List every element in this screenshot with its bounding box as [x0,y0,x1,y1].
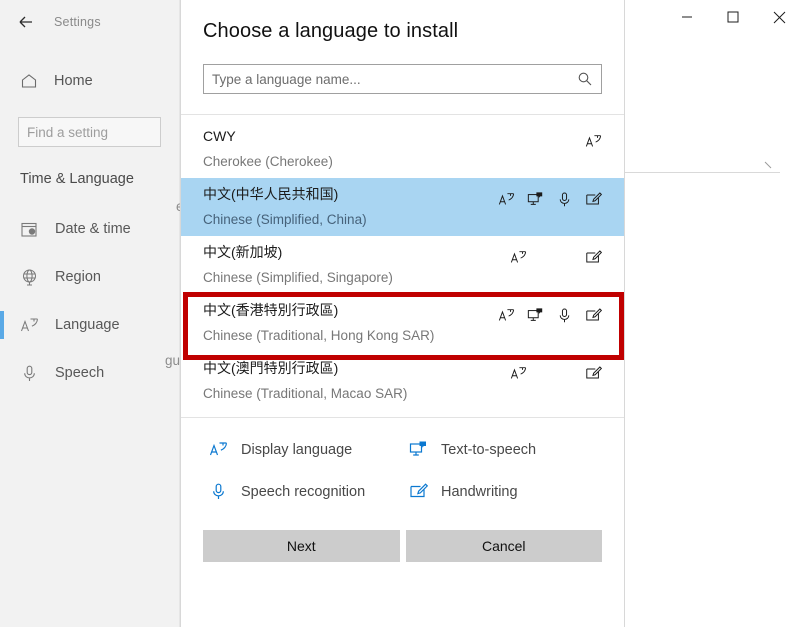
search-icon[interactable] [577,71,593,87]
legend-label: Handwriting [441,483,518,500]
next-button[interactable]: Next [203,530,400,562]
sidebar-item-speech-label: Speech [55,365,105,381]
sidebar-item-date-time-label: Date & time [55,221,131,237]
display-language-icon [498,191,515,208]
display-language-icon [510,249,527,266]
display-language-icon [209,440,228,459]
sidebar-nav-list: Date & time Region Language Speech [0,205,179,397]
language-feature-icons [510,365,602,382]
minimize-icon[interactable] [664,0,710,34]
language-english-name: Chinese (Simplified, Singapore) [203,270,393,285]
language-list: CWY Cherokee (Cherokee) 中文(中华人民共和国) Chin… [181,115,624,410]
microphone-icon [20,364,39,383]
list-item[interactable]: 中文(新加坡) Chinese (Simplified, Singapore) [181,236,624,294]
search-input[interactable] [18,117,161,147]
close-icon[interactable] [756,0,802,34]
maximize-icon[interactable] [710,0,756,34]
calendar-clock-icon [20,220,39,239]
globe-icon [20,268,39,287]
legend-speech-recognition: Speech recognition [209,482,409,501]
microphone-icon [556,307,573,324]
language-english-name: Cherokee (Cherokee) [203,154,333,169]
chevron-up-icon[interactable] [764,160,778,174]
legend-display-language: Display language [209,440,409,459]
sidebar-header: Settings [0,0,179,44]
language-search-input[interactable] [203,64,602,94]
cancel-button[interactable]: Cancel [405,530,602,562]
language-feature-icons [498,307,602,324]
legend-handwriting: Handwriting [409,482,518,501]
sidebar-item-language[interactable]: Language [0,301,179,349]
text-to-speech-icon [527,307,544,324]
sidebar-item-home[interactable]: Home [0,61,179,101]
list-item[interactable]: 中文(香港特別行政區) Chinese (Traditional, Hong K… [181,294,624,352]
dialog-buttons: Next Cancel [181,530,624,562]
list-item[interactable]: CWY Cherokee (Cherokee) [181,120,624,178]
app-title: Settings [54,15,101,29]
legend-label: Text-to-speech [441,441,537,458]
feature-legend: Display language Text-to-speech Speech r… [181,418,624,524]
sidebar-section-title: Time & Language [20,171,134,187]
sidebar-search-wrap [18,117,161,147]
legend-label: Speech recognition [241,483,366,500]
screenshot-root: Settings Home Time & Language [0,0,802,627]
language-native-name: CWY [203,128,236,144]
list-item-selected[interactable]: 中文(中华人民共和国) Chinese (Simplified, China) [181,178,624,236]
handwriting-icon [585,191,602,208]
language-english-name: Chinese (Traditional, Macao SAR) [203,386,408,401]
home-icon [20,72,38,90]
display-language-icon [498,307,515,324]
text-to-speech-icon [527,191,544,208]
display-language-icon [585,133,602,150]
legend-label: Display language [241,441,353,458]
sidebar-item-language-label: Language [55,317,120,333]
language-english-name: Chinese (Traditional, Hong Kong SAR) [203,328,435,343]
sidebar-item-region[interactable]: Region [0,253,179,301]
language-feature-icons [585,133,602,150]
microphone-icon [556,191,573,208]
language-english-name: Chinese (Simplified, China) [203,212,367,227]
handwriting-icon [585,249,602,266]
legend-text-to-speech: Text-to-speech [409,440,536,459]
sidebar-item-home-label: Home [54,73,93,89]
language-feature-icons [510,249,602,266]
sidebar-item-speech[interactable]: Speech [0,349,179,397]
microphone-icon [209,482,228,501]
dialog-title: Choose a language to install [203,20,459,42]
text-to-speech-icon [409,440,428,459]
settings-sidebar: Settings Home Time & Language [0,0,180,627]
language-search-wrap [203,64,602,94]
display-language-icon [510,365,527,382]
handwriting-icon [585,307,602,324]
handwriting-icon [585,365,602,382]
legend-row-2: Speech recognition Handwriting [209,482,624,501]
choose-language-dialog: Choose a language to install CWY Cheroke… [180,0,625,627]
list-item[interactable]: 中文(澳門特別行政區) Chinese (Traditional, Macao … [181,352,624,410]
window-controls [664,0,802,34]
display-language-icon [20,316,39,335]
handwriting-icon [409,482,428,501]
legend-row-1: Display language Text-to-speech [209,440,624,459]
sidebar-item-date-time[interactable]: Date & time [0,205,179,253]
language-feature-icons [498,191,602,208]
back-arrow-icon[interactable] [16,12,36,32]
sidebar-item-region-label: Region [55,269,101,285]
